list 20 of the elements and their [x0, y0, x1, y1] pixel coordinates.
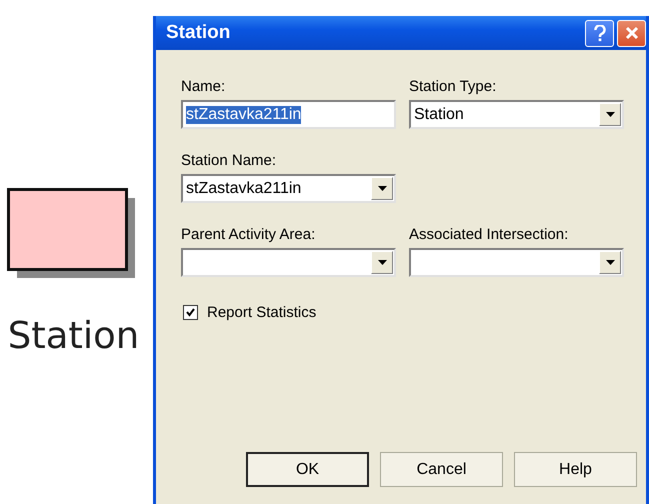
- field-label: Station Type:: [409, 78, 498, 97]
- dropdown-field[interactable]: Station: [409, 100, 624, 129]
- field-label: Station Name:: [181, 152, 278, 171]
- field-label: Name:: [181, 78, 226, 97]
- checkbox[interactable]: [183, 305, 198, 320]
- shape-label: Station: [8, 314, 140, 357]
- field-value: stZastavka211in: [186, 106, 302, 124]
- help-icon[interactable]: [585, 20, 614, 46]
- input-field[interactable]: stZastavka211in: [181, 100, 396, 129]
- close-icon[interactable]: [617, 20, 646, 46]
- field-label: Parent Activity Area:: [181, 226, 316, 245]
- checkbox-label: Report Statistics: [207, 304, 316, 321]
- dialog-button[interactable]: Cancel: [380, 452, 503, 487]
- dialog-button[interactable]: OK: [246, 452, 369, 487]
- field-label: Associated Intersection:: [409, 226, 570, 245]
- dropdown-field[interactable]: [181, 248, 396, 277]
- dropdown-field[interactable]: [409, 248, 624, 277]
- dropdown-field[interactable]: stZastavka211in: [181, 174, 396, 203]
- window-title: Station: [166, 22, 230, 44]
- dialog-button[interactable]: Help: [514, 452, 637, 487]
